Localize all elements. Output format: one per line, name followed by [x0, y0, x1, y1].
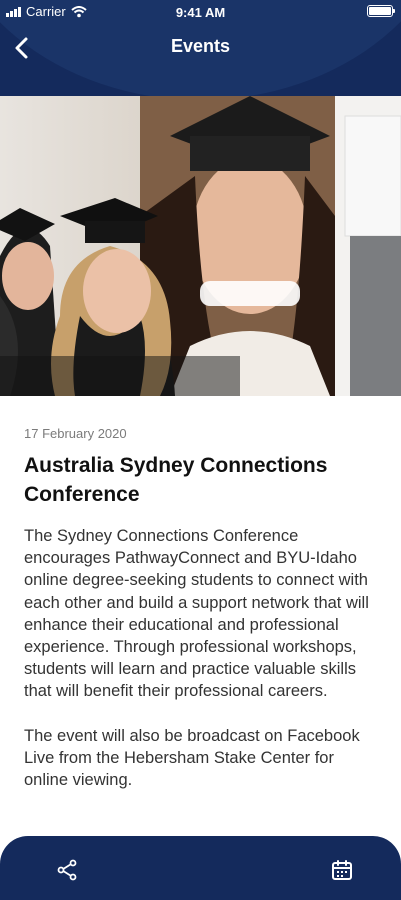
status-time: 9:41 AM: [175, 5, 226, 20]
add-to-calendar-button[interactable]: [330, 858, 354, 882]
share-icon: [57, 859, 77, 881]
event-description: The Sydney Connections Conference encour…: [24, 527, 369, 701]
bottom-toolbar: [0, 836, 401, 900]
graduation-photo: [0, 96, 401, 396]
status-right: [367, 5, 395, 17]
event-broadcast-note: The event will also be broadcast on Face…: [24, 726, 360, 790]
event-title: Australia Sydney Connections Conference: [24, 454, 328, 506]
battery-icon: [367, 5, 395, 17]
event-content: 17 February 2020 Australia Sydney Connec…: [24, 426, 380, 813]
nav-bar: Events: [0, 28, 401, 68]
share-button[interactable]: [55, 858, 79, 882]
calendar-icon: [332, 860, 352, 880]
page-title: Events: [170, 36, 231, 56]
status-bar: Carrier 9:41 AM: [0, 0, 401, 24]
event-hero-image: [0, 96, 401, 396]
event-date: 17 February 2020: [24, 426, 127, 441]
